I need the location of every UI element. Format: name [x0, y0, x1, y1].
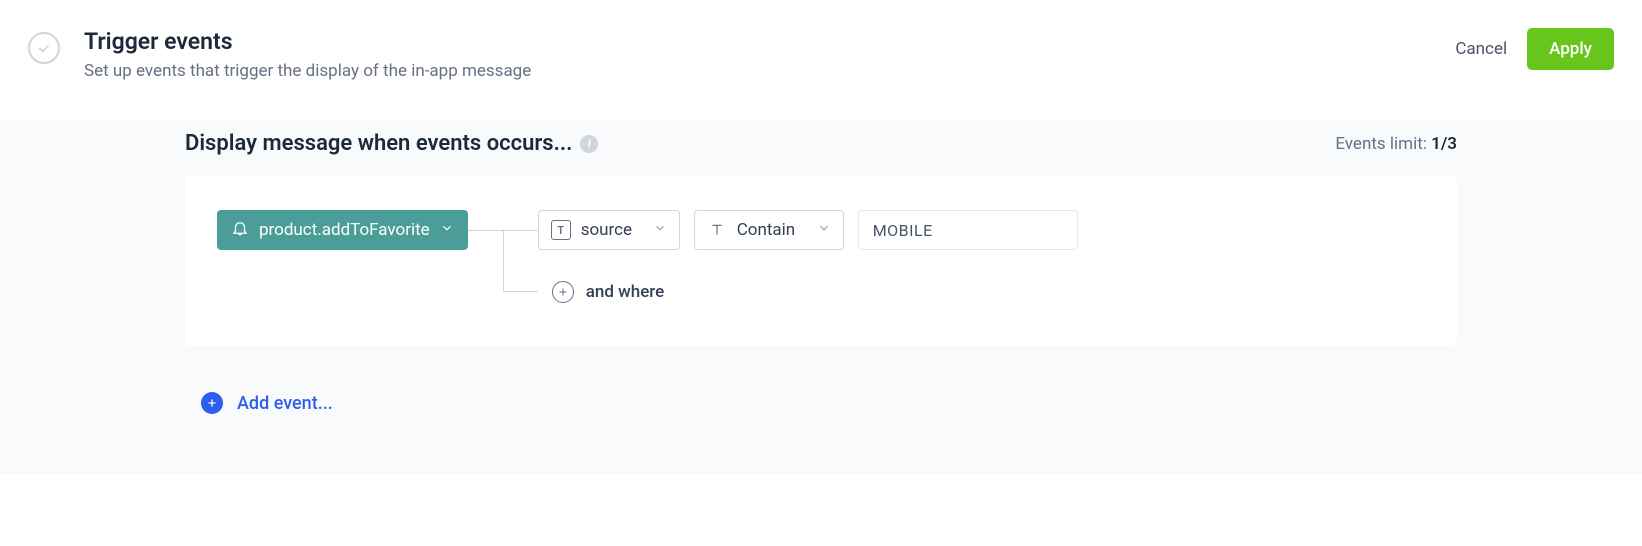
events-limit-label: Events limit: 1/3 [1335, 134, 1457, 154]
and-where-label: and where [586, 282, 665, 302]
add-event-label: Add event... [237, 393, 333, 414]
chevron-down-icon [440, 220, 454, 240]
add-condition-button[interactable]: and where [538, 272, 1078, 312]
page-title: Trigger events [84, 28, 1455, 55]
content-area: Display message when events occurs... i … [0, 121, 1642, 474]
attribute-selector[interactable]: T source [538, 210, 680, 250]
plus-solid-icon [201, 392, 223, 414]
section-title: Display message when events occurs... [185, 131, 572, 156]
event-name: product.addToFavorite [259, 220, 430, 240]
status-check-icon [28, 32, 60, 64]
bell-icon [231, 219, 249, 242]
header-actions: Cancel Apply [1455, 28, 1614, 70]
cancel-button[interactable]: Cancel [1455, 39, 1507, 59]
chevron-down-icon [653, 220, 667, 240]
add-event-button[interactable]: Add event... [201, 392, 333, 414]
plus-circle-icon [552, 281, 574, 303]
apply-button[interactable]: Apply [1527, 28, 1614, 70]
operator-selector[interactable]: Contain [694, 210, 844, 250]
attribute-label: source [581, 220, 632, 240]
event-card: product.addToFavorite T [185, 176, 1457, 346]
page-subtitle: Set up events that trigger the display o… [84, 61, 1455, 81]
chevron-down-icon [817, 220, 831, 240]
event-selector[interactable]: product.addToFavorite [217, 210, 468, 250]
section-header: Display message when events occurs... i … [185, 121, 1457, 176]
page-header: Trigger events Set up events that trigge… [0, 0, 1642, 121]
filter-row: T source Co [538, 210, 1078, 250]
info-icon[interactable]: i [580, 135, 598, 153]
connector-lines [468, 210, 538, 300]
type-text-icon [707, 220, 727, 240]
operator-label: Contain [737, 220, 795, 240]
value-input[interactable] [858, 210, 1078, 250]
header-text-block: Trigger events Set up events that trigge… [84, 28, 1455, 81]
type-text-box-icon: T [551, 220, 571, 240]
